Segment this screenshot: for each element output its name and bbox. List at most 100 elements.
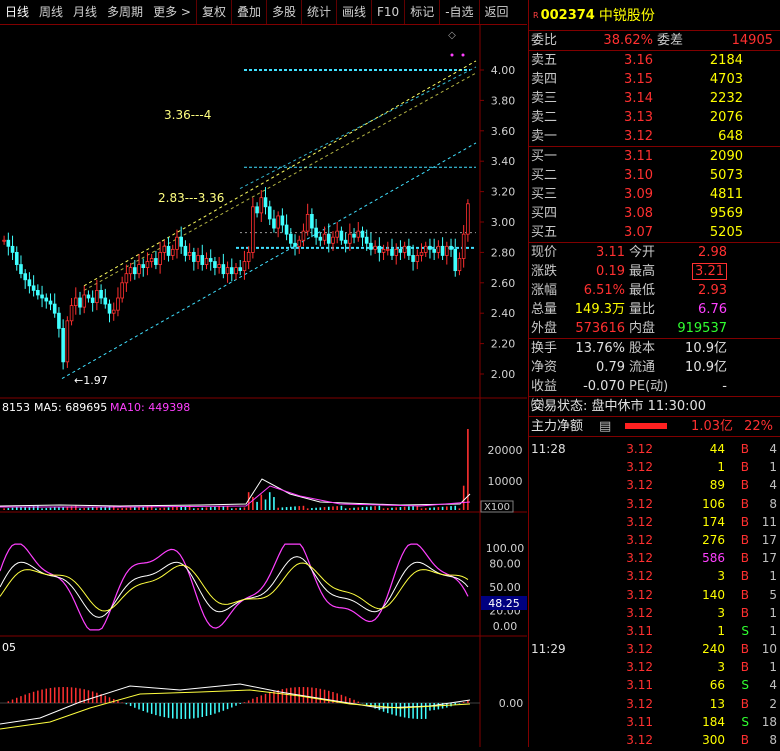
tab-0[interactable]: 日线 bbox=[0, 0, 34, 24]
macd-axis-label: 0.00 bbox=[499, 697, 524, 710]
book-price: 3.15 bbox=[624, 72, 653, 87]
price-axis-label: 3.00 bbox=[491, 216, 516, 229]
tool-button-8[interactable]: 返回 bbox=[478, 0, 514, 24]
quote-value: 6.51% bbox=[583, 283, 625, 298]
book-row[interactable]: 买三 3.09 4811 bbox=[529, 185, 780, 204]
candle-body bbox=[436, 245, 441, 253]
main-flow-pct: 22% bbox=[744, 419, 773, 434]
book-price: 3.11 bbox=[624, 149, 653, 164]
candle-body bbox=[116, 297, 120, 311]
candle-body bbox=[377, 245, 382, 253]
candle-body bbox=[428, 245, 432, 250]
tick-list[interactable]: 11:28 3.12 44 B 4 3.12 1 B 1 3.12 89 B 4 3.12 106 B 8 3.1… bbox=[529, 437, 780, 749]
marker-dot bbox=[450, 53, 454, 57]
candle-body bbox=[57, 312, 61, 329]
candle-body bbox=[293, 242, 297, 247]
candle-body bbox=[457, 258, 462, 272]
weibi-label: 委比 bbox=[531, 33, 558, 48]
stock-header[interactable]: R 002374 中锐股份 bbox=[529, 0, 780, 31]
candle-body bbox=[10, 245, 15, 253]
tick-time bbox=[529, 676, 571, 694]
volume-axis-label: 10000 bbox=[488, 475, 523, 488]
quote-row: 总量 149.3万 量比 6.76 bbox=[529, 300, 780, 319]
macd-dif-line bbox=[0, 683, 471, 725]
list-icon: ▤ bbox=[599, 419, 612, 434]
book-label: 买四 bbox=[531, 206, 558, 221]
tab-2[interactable]: 月线 bbox=[68, 0, 102, 24]
book-row[interactable]: 卖四 3.15 4703 bbox=[529, 70, 780, 89]
tick-count: 8 bbox=[769, 496, 777, 511]
volume-legend-vol: 8153 bbox=[2, 401, 30, 414]
tick-side: B bbox=[740, 569, 749, 584]
tick-price: 3.12 bbox=[626, 587, 653, 602]
stock-name: 中锐股份 bbox=[598, 8, 655, 24]
quote-value-2: 2.98 bbox=[659, 243, 727, 262]
tool-button-0[interactable]: 复权 bbox=[195, 0, 231, 24]
tick-time bbox=[529, 604, 571, 622]
tick-volume: 106 bbox=[702, 496, 725, 511]
candle-body bbox=[364, 236, 369, 244]
finance-row: 收益㈢ -0.070 PE(动) - bbox=[529, 377, 780, 413]
tick-row: 3.12 300 B 8 bbox=[529, 731, 780, 749]
tick-row: 3.12 276 B 17 bbox=[529, 531, 780, 549]
tick-price: 3.12 bbox=[626, 569, 653, 584]
candle-body bbox=[40, 294, 44, 299]
kline-chart-area[interactable]: 4.00 3.80 3.60 3.40 3.20 3.00 2.80 2.60 2.40 2.20… bbox=[0, 24, 527, 747]
candle-body bbox=[432, 248, 436, 253]
candle-body bbox=[99, 289, 103, 299]
book-row[interactable]: 卖二 3.13 2076 bbox=[529, 108, 780, 127]
candle-body bbox=[390, 248, 394, 256]
tick-row: 3.12 140 B 5 bbox=[529, 586, 780, 604]
quote-value: 3.11 bbox=[596, 245, 625, 260]
tick-row: 3.12 174 B 11 bbox=[529, 513, 780, 531]
quote-label-2: 量比 bbox=[629, 302, 656, 317]
candle-body bbox=[415, 255, 420, 262]
book-label: 买五 bbox=[531, 225, 558, 240]
book-row[interactable]: 买四 3.08 9569 bbox=[529, 204, 780, 223]
candle-body bbox=[221, 264, 226, 275]
tick-count: 18 bbox=[761, 714, 777, 729]
kline-chart[interactable]: 4.00 3.80 3.60 3.40 3.20 3.00 2.80 2.60 2.40 2.20… bbox=[0, 24, 527, 747]
book-row[interactable]: 买一 3.11 2090 bbox=[529, 147, 780, 166]
tick-side: B bbox=[740, 587, 749, 602]
tick-row: 3.12 106 B 8 bbox=[529, 495, 780, 513]
tick-volume: 1 bbox=[717, 623, 725, 638]
candle-body bbox=[200, 255, 205, 265]
book-label: 买二 bbox=[531, 168, 558, 183]
quote-value-2-text: 2.98 bbox=[698, 245, 727, 260]
book-label: 卖二 bbox=[531, 110, 558, 125]
tool-button-4[interactable]: 画线 bbox=[336, 0, 371, 24]
tool-button-5[interactable]: F10 bbox=[371, 0, 404, 24]
tool-button-7[interactable]: -自选 bbox=[439, 0, 478, 24]
tool-button-6[interactable]: 标记 bbox=[404, 0, 439, 24]
book-row[interactable]: 买二 3.10 5073 bbox=[529, 166, 780, 185]
tick-volume: 3 bbox=[717, 605, 725, 620]
tick-price: 3.12 bbox=[626, 496, 653, 511]
book-row[interactable]: 买五 3.07 5205 bbox=[529, 223, 780, 242]
candle-body bbox=[289, 233, 293, 244]
finance-row: 净资 0.79 流通 10.9亿 bbox=[529, 358, 780, 377]
tool-button-1[interactable]: 叠加 bbox=[230, 0, 266, 24]
book-row[interactable]: 卖三 3.14 2232 bbox=[529, 89, 780, 108]
candle-body bbox=[411, 255, 415, 262]
tab-3[interactable]: 多周期 bbox=[102, 0, 148, 24]
diamond-icon: ◇ bbox=[448, 30, 456, 41]
quote-stats: 现价 3.11 今开 2.98 涨跌 0.19 最高 3.21 涨幅 6.51% 最低 2.93 总量 1… bbox=[529, 243, 780, 339]
kdj-current-value: 48.25 bbox=[488, 597, 520, 610]
candle-body bbox=[255, 206, 259, 214]
candle-body bbox=[461, 233, 466, 259]
annotation-mid-range: 2.83---3.36 bbox=[158, 191, 224, 205]
book-row[interactable]: 卖一 3.12 648 bbox=[529, 127, 780, 146]
tab-1[interactable]: 周线 bbox=[34, 0, 68, 24]
candle-body bbox=[154, 258, 158, 265]
book-price: 3.14 bbox=[624, 91, 653, 106]
book-row[interactable]: 卖五 3.16 2184 bbox=[529, 51, 780, 70]
macd-legend: 05 bbox=[2, 641, 16, 654]
tick-volume: 66 bbox=[709, 678, 725, 693]
tool-button-3[interactable]: 统计 bbox=[300, 0, 336, 24]
tool-button-2[interactable]: 多股 bbox=[265, 0, 301, 24]
tick-time bbox=[529, 549, 571, 567]
candle-body bbox=[162, 245, 167, 253]
book-price: 3.07 bbox=[624, 225, 653, 240]
tab-4[interactable]: 更多 > bbox=[148, 0, 196, 24]
